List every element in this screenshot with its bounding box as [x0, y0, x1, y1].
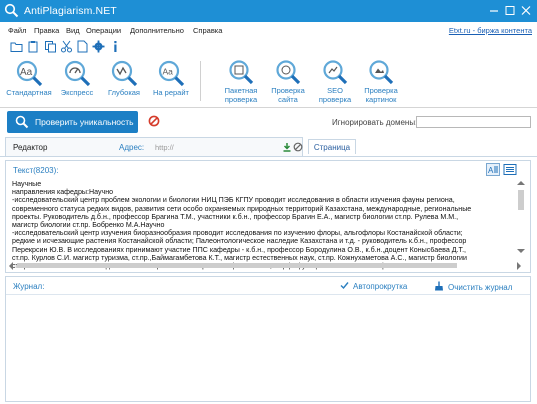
autoscroll-label: Автопрокрутка [353, 282, 408, 291]
check-uniqueness-button[interactable]: Проверить уникальность [7, 111, 138, 133]
ribbon-seo-label: SEO проверка [318, 86, 352, 104]
text-format-button[interactable]: A [486, 163, 500, 176]
horizontal-scrollbar[interactable] [7, 260, 527, 271]
title-bar: AntiPlagiarism.NET [0, 0, 537, 22]
scroll-up-icon[interactable] [517, 180, 525, 186]
text-count-label: Текст(8203): [13, 166, 59, 175]
horizontal-scroll-thumb[interactable] [17, 263, 457, 268]
download-icon[interactable] [282, 142, 292, 152]
ribbon-site-label: Проверка сайта [271, 86, 305, 104]
ribbon-site-button[interactable]: Проверка сайта [266, 59, 310, 104]
search-aa-icon: Aa [16, 60, 43, 87]
text-line: -исследовательский центр изучения биораз… [12, 229, 463, 238]
clear-address-icon[interactable] [293, 142, 303, 152]
action-bar: Проверить уникальность Игнорировать доме… [0, 108, 537, 135]
text-line: Научные [12, 180, 42, 188]
menu-extra[interactable]: Дополнительно [130, 26, 184, 35]
ribbon-batch-label: Пакетная проверка [224, 86, 258, 104]
maximize-icon[interactable] [503, 4, 517, 17]
journal-label: Журнал: [13, 282, 45, 291]
search-batch-icon [229, 60, 254, 85]
ribbon-images-label: Проверка картинок [364, 86, 398, 104]
tab-divider [0, 156, 537, 157]
vertical-scrollbar[interactable] [514, 178, 528, 256]
vertical-scroll-thumb[interactable] [518, 190, 524, 210]
search-images-icon [369, 60, 394, 85]
text-line: направления кафедры:Научно [12, 188, 114, 197]
copy-icon[interactable] [44, 40, 57, 53]
editor-tab-label: Редактор [13, 143, 48, 152]
check-mode-ribbon: Aa Стандартная Экспресс Глубокая Aa На р… [0, 55, 537, 108]
etxt-link[interactable]: Etxt.ru - биржа контента [449, 26, 532, 35]
ribbon-standard-label: Стандартная [6, 88, 52, 97]
menu-help[interactable]: Справка [193, 26, 222, 35]
text-line: магистр биологии ст.пр. Бобренко М.А.Нау… [12, 221, 165, 230]
journal-divider [6, 294, 530, 295]
text-line: Перекрсин Ю.В. В исследованиях принимают… [12, 245, 467, 254]
tab-page[interactable]: Страница [308, 139, 356, 154]
search-site-icon [276, 60, 301, 85]
clear-journal-button[interactable]: Очистить журнал [434, 281, 512, 292]
ribbon-rewrite-label: На рерайт [153, 88, 189, 97]
ignore-domains-input[interactable] [416, 116, 531, 128]
ribbon-separator [200, 61, 201, 101]
ignore-domains-label: Игнорировать домены: [332, 118, 418, 127]
stop-icon[interactable] [148, 115, 160, 127]
minimize-icon[interactable] [487, 4, 501, 17]
text-line: редкие и исчезающие растения Костанайско… [12, 237, 467, 246]
broom-icon [435, 281, 443, 291]
svg-text:A: A [488, 166, 494, 175]
menu-bar: Файл Правка Вид Операции Дополнительно С… [0, 22, 537, 38]
scroll-down-icon[interactable] [517, 248, 525, 254]
journal-panel: Журнал: Автопрокрутка Очистить журнал [5, 276, 531, 402]
text-view-button[interactable] [503, 163, 517, 176]
search-speed-icon [64, 60, 91, 87]
text-line: проекты. Руководитель д.б.н., профессор … [12, 212, 459, 221]
document-icon[interactable] [76, 40, 89, 53]
ribbon-express-button[interactable]: Экспресс [56, 59, 98, 98]
menu-file[interactable]: Файл [8, 26, 26, 35]
svg-text:Aa: Aa [20, 67, 33, 78]
search-icon [15, 115, 29, 129]
ribbon-batch-button[interactable]: Пакетная проверка [218, 59, 264, 104]
info-icon[interactable] [109, 40, 122, 53]
window-title: AntiPlagiarism.NET [24, 5, 117, 17]
address-label: Адрес: [119, 143, 145, 152]
folder-open-icon[interactable] [10, 40, 23, 53]
menu-edit[interactable]: Правка [34, 26, 59, 35]
ribbon-rewrite-button[interactable]: Aa На рерайт [150, 59, 192, 98]
text-line: -исследовательский центр проблем экологи… [12, 196, 455, 205]
ribbon-images-button[interactable]: Проверка картинок [358, 59, 404, 104]
editor-tab[interactable]: Редактор Адрес: http:// [5, 137, 303, 157]
quick-toolbar [0, 38, 537, 55]
menu-operations[interactable]: Операции [86, 26, 121, 35]
ribbon-deep-button[interactable]: Глубокая [102, 59, 146, 98]
gear-icon[interactable] [92, 40, 105, 53]
search-rewrite-icon: Aa [158, 60, 185, 87]
text-panel: Текст(8203): A Научные направления кафед… [5, 160, 531, 273]
ribbon-standard-button[interactable]: Aa Стандартная [6, 59, 52, 98]
ribbon-deep-label: Глубокая [108, 88, 140, 97]
address-input[interactable]: http:// [152, 140, 277, 154]
scroll-left-icon[interactable] [8, 262, 14, 270]
check-uniqueness-label: Проверить уникальность [35, 117, 134, 127]
ribbon-express-label: Экспресс [60, 88, 94, 97]
text-view-icon [503, 164, 517, 175]
checkmark-icon[interactable] [340, 281, 349, 290]
ribbon-seo-button[interactable]: SEO проверка [314, 59, 356, 104]
cut-icon[interactable] [60, 40, 73, 53]
text-line: современного статуса редких видов, разви… [12, 204, 472, 213]
close-icon[interactable] [519, 4, 533, 17]
menu-view[interactable]: Вид [66, 26, 80, 35]
scroll-right-icon[interactable] [516, 262, 522, 270]
search-deep-icon [111, 60, 138, 87]
svg-text:Aa: Aa [163, 67, 174, 77]
paste-icon[interactable] [27, 40, 40, 53]
autoscroll-toggle[interactable]: Автопрокрутка [340, 281, 407, 291]
text-editor-area[interactable]: Научные направления кафедры:Научно -иссл… [12, 180, 512, 272]
clear-journal-label: Очистить журнал [448, 283, 513, 292]
app-logo-icon [4, 3, 19, 18]
text-format-icon: A [488, 166, 498, 175]
search-seo-icon [323, 60, 348, 85]
